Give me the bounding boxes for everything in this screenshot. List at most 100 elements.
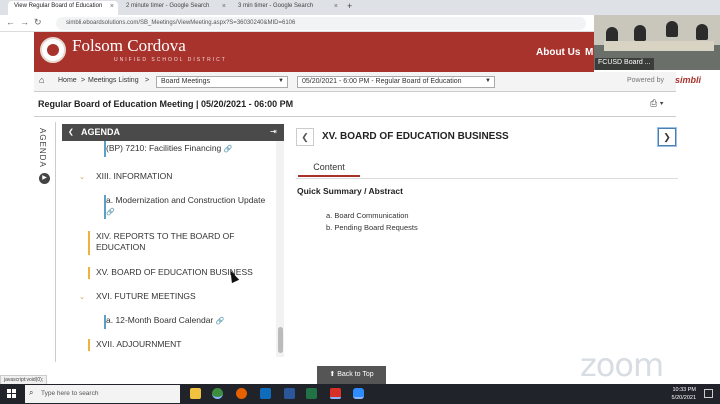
- nav-more[interactable]: M: [585, 47, 593, 58]
- outlook-icon[interactable]: [260, 388, 271, 399]
- agenda-item[interactable]: ⌄ XVI. FUTURE MEETINGS: [62, 291, 275, 303]
- video-person: [666, 21, 678, 37]
- windows-start-icon[interactable]: [7, 389, 17, 399]
- play-icon[interactable]: ▶: [39, 173, 50, 184]
- meeting-title-bar: Regular Board of Education Meeting | 05/…: [34, 93, 676, 117]
- print-icon[interactable]: ⎙ ▾: [650, 98, 663, 109]
- agenda-item[interactable]: a. Modernization and Construction Update…: [62, 195, 275, 219]
- agenda-item-label: a. 12-Month Board Calendar 🔗: [106, 315, 271, 327]
- expand-icon[interactable]: ⇥: [270, 127, 277, 136]
- close-icon[interactable]: ×: [110, 3, 114, 10]
- home-icon[interactable]: ⌂: [39, 75, 44, 85]
- powered-by-label: Powered by: [627, 77, 664, 84]
- agenda-item-label: XVI. FUTURE MEETINGS: [96, 291, 196, 301]
- agenda-item-label: (BP) 7210: Facilities Financing 🔗: [106, 143, 271, 155]
- taskbar-search-input[interactable]: ⌕ Type here to search: [25, 385, 180, 403]
- back-to-top-label: Back to Top: [337, 371, 374, 378]
- taskbar-clock[interactable]: 10:33 PM 5/20/2021: [660, 386, 696, 402]
- meeting-type-value: Board Meetings: [161, 78, 211, 85]
- tab-content[interactable]: Content: [298, 160, 360, 177]
- tab-label: 3 min timer - Google Search: [238, 3, 314, 9]
- firefox-icon[interactable]: [236, 388, 247, 399]
- agenda-item-label: XIII. INFORMATION: [96, 171, 173, 181]
- link-icon: 🔗: [106, 209, 115, 216]
- nav-about-us[interactable]: About Us: [536, 47, 580, 58]
- clock-date: 5/20/2021: [671, 395, 696, 401]
- word-icon[interactable]: [284, 388, 295, 399]
- agenda-item-label: XIV. REPORTS TO THE BOARD OF EDUCATION: [96, 231, 235, 252]
- next-item-button[interactable]: ❯: [658, 128, 676, 146]
- agenda-item-text: (BP) 7210: Facilities Financing: [106, 143, 222, 153]
- summary-item: a. Board Communication: [326, 211, 409, 220]
- browser-tab-timer-2[interactable]: 2 minute timer - Google Search ×: [120, 1, 230, 15]
- link-icon: 🔗: [215, 318, 225, 325]
- agenda-item-text: a. 12-Month Board Calendar: [106, 315, 214, 325]
- agenda-item-selected[interactable]: XV. BOARD OF EDUCATION BUSINESS: [62, 267, 275, 279]
- back-arrow-icon[interactable]: ←: [6, 17, 15, 27]
- breadcrumb-home[interactable]: Home: [58, 77, 77, 84]
- video-label: FCUSD Board ...: [595, 58, 654, 70]
- agenda-item[interactable]: (BP) 7210: Facilities Financing 🔗: [62, 141, 275, 165]
- agenda-item[interactable]: XIV. REPORTS TO THE BOARD OF EDUCATION: [62, 231, 275, 255]
- notification-icon[interactable]: [704, 389, 713, 398]
- item-marker: [88, 339, 90, 351]
- url-field[interactable]: simbli.eboardsolutions.com/SB_Meetings/V…: [56, 17, 586, 30]
- zoom-app-icon[interactable]: [353, 388, 364, 399]
- close-icon[interactable]: ×: [222, 3, 226, 10]
- agenda-scrollbar[interactable]: [276, 141, 284, 357]
- chevron-down-icon: ▼: [278, 78, 284, 84]
- breadcrumb: ⌂ Home > Meetings Listing > Board Meetin…: [34, 72, 701, 92]
- chevron-down-icon[interactable]: ⌄: [79, 292, 85, 303]
- breadcrumb-separator: >: [81, 77, 86, 84]
- new-tab-button[interactable]: +: [344, 1, 358, 15]
- agenda-side-tab[interactable]: AGENDA ▶: [34, 122, 56, 362]
- search-icon: ⌕: [29, 388, 34, 397]
- district-logo: [40, 37, 66, 63]
- browser-tab-strip: View Regular Board of Education × 2 minu…: [0, 0, 720, 15]
- site-name: Folsom Cordova: [72, 36, 186, 55]
- agenda-item[interactable]: XVII. ADJOURNMENT: [62, 339, 275, 351]
- arrow-up-icon: ⬆: [329, 371, 336, 378]
- forward-arrow-icon[interactable]: →: [20, 17, 29, 27]
- agenda-item[interactable]: ⌄ XIII. INFORMATION: [62, 171, 275, 183]
- simbli-logo: simbli: [675, 75, 702, 85]
- video-table: [604, 41, 714, 51]
- agenda-list: (BP) 7210: Facilities Financing 🔗 ⌄ XIII…: [62, 141, 284, 357]
- browser-tab-timer-3[interactable]: 3 min timer - Google Search ×: [232, 1, 342, 15]
- reload-icon[interactable]: ↻: [34, 17, 42, 28]
- agenda-title: AGENDA: [81, 127, 121, 137]
- excel-icon[interactable]: [306, 388, 317, 399]
- section-heading: Quick Summary / Abstract: [297, 186, 403, 196]
- meeting-type-select[interactable]: Board Meetings ▼: [156, 76, 288, 88]
- agenda-item-label: XV. BOARD OF EDUCATION BUSINESS: [96, 267, 253, 277]
- breadcrumb-separator: >: [145, 77, 150, 84]
- agenda-item-text: a. Modernization and Construction Update: [106, 195, 266, 205]
- chevron-down-icon[interactable]: ⌄: [79, 172, 85, 183]
- meeting-select-value: 05/20/2021 - 6:00 PM - Regular Board of …: [302, 78, 462, 85]
- acrobat-icon[interactable]: [330, 388, 341, 399]
- collapse-icon[interactable]: ❮: [68, 128, 74, 136]
- back-to-top-button[interactable]: ⬆ Back to Top: [317, 366, 386, 384]
- agenda-item-label: XVII. ADJOURNMENT: [96, 339, 182, 349]
- site-subtitle: UNIFIED SCHOOL DISTRICT: [114, 57, 227, 63]
- agenda-item[interactable]: a. 12-Month Board Calendar 🔗: [62, 315, 275, 329]
- agenda-header: ❮ AGENDA ⇥: [62, 124, 284, 141]
- previous-item-button[interactable]: ❮: [296, 128, 314, 146]
- tab-label: 2 minute timer - Google Search: [126, 3, 210, 9]
- item-title: XV. BOARD OF EDUCATION BUSINESS: [322, 131, 509, 142]
- link-icon: 🔗: [223, 146, 233, 153]
- chrome-icon[interactable]: [212, 388, 223, 399]
- item-marker: [88, 267, 90, 279]
- browser-tab-agenda[interactable]: View Regular Board of Education ×: [8, 1, 118, 15]
- content-panel: ❮ XV. BOARD OF EDUCATION BUSINESS ❯ Cont…: [292, 122, 682, 362]
- agenda-item-label: a. Modernization and Construction Update…: [106, 195, 271, 218]
- tab-label: View Regular Board of Education: [14, 3, 103, 9]
- close-icon[interactable]: ×: [334, 3, 338, 10]
- scrollbar-thumb[interactable]: [278, 327, 283, 353]
- video-person: [696, 24, 708, 40]
- file-explorer-icon[interactable]: [190, 388, 201, 399]
- agenda-side-tab-label: AGENDA: [38, 128, 47, 168]
- breadcrumb-meetings-listing[interactable]: Meetings Listing: [88, 77, 139, 84]
- zoom-watermark: zoom: [580, 346, 664, 384]
- meeting-select[interactable]: 05/20/2021 - 6:00 PM - Regular Board of …: [297, 76, 495, 88]
